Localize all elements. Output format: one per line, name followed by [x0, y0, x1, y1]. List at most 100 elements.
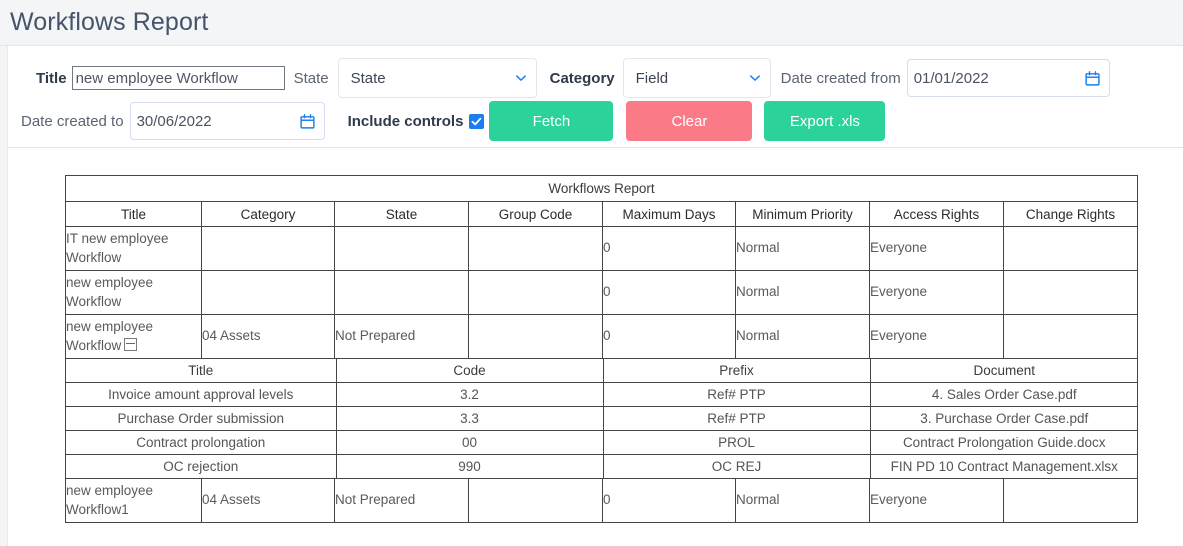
filter-row-secondary: Date created to 30/06/2022 Include contr…	[8, 99, 1183, 143]
cell-state	[334, 270, 469, 315]
cell-group-code	[468, 226, 603, 271]
date-created-to-label: Date created to	[21, 112, 124, 130]
state-select[interactable]: State	[337, 58, 537, 98]
chevron-down-icon	[515, 75, 526, 81]
include-controls-checkbox[interactable]	[469, 113, 485, 129]
subtable-header-row: Title Code Prefix Document	[66, 359, 1138, 383]
cell-minimum-priority: Normal	[735, 314, 870, 359]
column-header-group-code: Group Code	[468, 201, 603, 227]
cell-title: IT new employee Workflow	[65, 226, 202, 271]
category-label: Category	[549, 69, 615, 87]
cell-state	[334, 226, 469, 271]
cell-minimum-priority: Normal	[735, 478, 870, 523]
column-header-access-rights: Access Rights	[869, 201, 1004, 227]
subcolumn-header-prefix: Prefix	[602, 359, 871, 383]
cell-title-text: new employee Workflow	[66, 319, 154, 353]
page-title: Workflows Report	[10, 8, 209, 36]
subcell-title: Invoice amount approval levels	[66, 382, 337, 407]
cell-access-rights: Everyone	[869, 478, 1004, 523]
page-header: Workflows Report	[0, 0, 1183, 46]
table-caption-row: Workflows Report	[64, 175, 1139, 202]
cell-title: new employee Workflow	[65, 314, 202, 359]
fetch-button[interactable]: Fetch	[489, 101, 614, 141]
cell-access-rights: Everyone	[869, 270, 1004, 315]
subcell-code: 990	[335, 454, 604, 478]
state-label: State	[293, 69, 329, 87]
cell-change-rights	[1002, 314, 1139, 359]
cell-maximum-days: 0	[602, 478, 736, 523]
date-created-from-label: Date created from	[780, 69, 901, 87]
cell-title: new employee Workflow1	[65, 478, 202, 523]
date-created-to-value: 30/06/2022	[136, 112, 212, 130]
cell-access-rights: Everyone	[869, 314, 1004, 359]
left-rail	[0, 46, 8, 546]
title-label: Title	[36, 69, 67, 87]
workflows-report-page: Workflows Report Title State State Categ…	[0, 0, 1183, 546]
export-xls-button[interactable]: Export .xls	[764, 101, 886, 141]
subcell-title: Purchase Order submission	[66, 406, 337, 431]
nested-controls-cell: Title Code Prefix Document Invoice amoun…	[64, 358, 1139, 479]
include-controls-label: Include controls	[347, 112, 464, 130]
subcolumn-header-code: Code	[335, 359, 604, 383]
cell-maximum-days: 0	[602, 270, 736, 315]
table-row-expanded: new employee Workflow 04 Assets Not Prep…	[65, 314, 1139, 359]
column-header-minimum-priority: Minimum Priority	[735, 201, 870, 227]
cell-maximum-days: 0	[602, 226, 736, 271]
subcell-title: OC rejection	[66, 454, 337, 478]
clear-button[interactable]: Clear	[626, 101, 753, 141]
table-row: IT new employee Workflow 0 Normal Everyo…	[65, 226, 1139, 271]
chevron-down-icon	[749, 75, 760, 81]
column-header-title: Title	[65, 201, 202, 227]
subcell-title: Contract prolongation	[66, 430, 337, 455]
column-header-state: State	[334, 201, 469, 227]
filter-row-primary: Title State State Category Field Date cr…	[8, 56, 1183, 100]
check-icon	[471, 117, 482, 125]
subtable-row: Purchase Order submission 3.3 Ref# PTP 3…	[66, 406, 1138, 431]
subcell-code: 00	[335, 430, 604, 455]
date-created-from-value: 01/01/2022	[913, 69, 989, 87]
calendar-icon[interactable]	[1084, 70, 1101, 87]
subcell-document: 3. Purchase Order Case.pdf	[869, 406, 1138, 431]
subcell-prefix: Ref# PTP	[602, 382, 871, 407]
table-row: new employee Workflow 0 Normal Everyone	[65, 270, 1139, 315]
date-created-to-input[interactable]: 30/06/2022	[129, 102, 325, 140]
cell-minimum-priority: Normal	[735, 226, 870, 271]
calendar-icon[interactable]	[299, 113, 316, 130]
cell-category: 04 Assets	[201, 478, 335, 523]
subcell-document: 4. Sales Order Case.pdf	[869, 382, 1138, 407]
subcell-prefix: PROL	[602, 430, 871, 455]
category-select-value: Field	[635, 69, 669, 87]
subcolumn-header-title: Title	[66, 359, 337, 383]
subcell-prefix: Ref# PTP	[602, 406, 871, 431]
subtable-row: Invoice amount approval levels 3.2 Ref# …	[66, 382, 1138, 407]
cell-state: Not Prepared	[334, 478, 469, 523]
cell-minimum-priority: Normal	[735, 270, 870, 315]
category-select[interactable]: Field	[622, 58, 771, 98]
nested-controls-row: Title Code Prefix Document Invoice amoun…	[64, 358, 1139, 479]
cell-change-rights	[1002, 226, 1139, 271]
table-row: new employee Workflow1 04 Assets Not Pre…	[65, 478, 1139, 523]
cell-change-rights	[1002, 270, 1139, 315]
cell-category	[201, 226, 335, 271]
collapse-row-icon[interactable]	[124, 337, 138, 351]
table-caption: Workflows Report	[64, 175, 1139, 202]
date-created-from-input[interactable]: 01/01/2022	[906, 59, 1110, 97]
subcell-code: 3.2	[335, 382, 604, 407]
subcell-document: FIN PD 10 Contract Management.xlsx	[869, 454, 1138, 478]
cell-group-code	[468, 270, 603, 315]
subcell-code: 3.3	[335, 406, 604, 431]
cell-category: 04 Assets	[201, 314, 335, 359]
cell-change-rights	[1002, 478, 1139, 523]
workflows-report-table: Workflows Report Title Category State Gr…	[64, 175, 1139, 523]
report-table-container: Workflows Report Title Category State Gr…	[64, 175, 1139, 523]
cell-group-code	[468, 314, 603, 359]
subcell-document: Contract Prolongation Guide.docx	[869, 430, 1138, 455]
table-header-row: Title Category State Group Code Maximum …	[65, 201, 1139, 227]
column-header-category: Category	[201, 201, 335, 227]
title-input[interactable]	[71, 66, 285, 90]
filter-panel: Title State State Category Field Date cr…	[8, 47, 1183, 148]
cell-category	[201, 270, 335, 315]
subcell-prefix: OC REJ	[602, 454, 871, 478]
cell-maximum-days: 0	[602, 314, 736, 359]
cell-state: Not Prepared	[334, 314, 469, 359]
